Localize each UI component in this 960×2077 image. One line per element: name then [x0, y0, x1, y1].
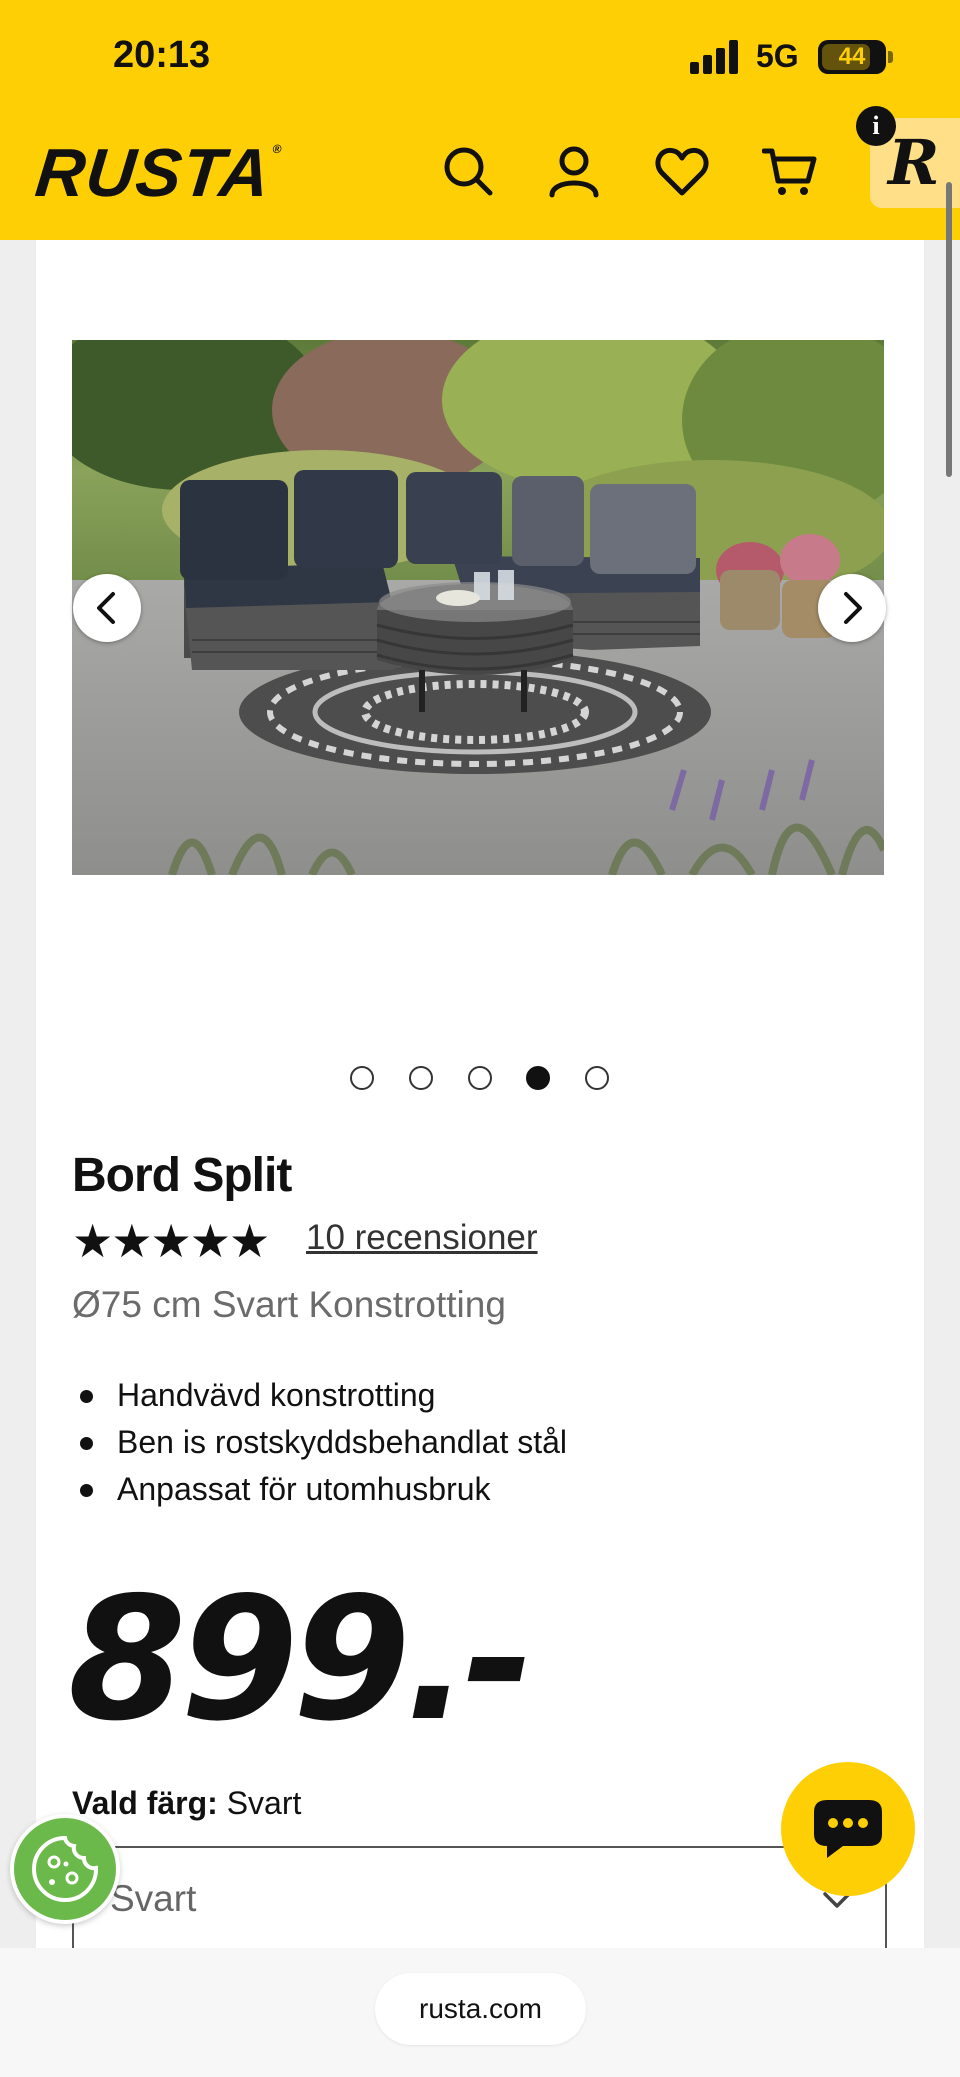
- account-icon[interactable]: [546, 143, 602, 199]
- feature-item: Anpassat för utomhusbruk: [72, 1466, 567, 1513]
- color-label-key: Vald färg:: [72, 1785, 218, 1821]
- heart-icon[interactable]: [654, 143, 710, 199]
- selected-color-label: Vald färg: Svart: [72, 1785, 301, 1822]
- network-label: 5G: [756, 38, 799, 74]
- cart-icon[interactable]: [761, 143, 818, 199]
- color-select[interactable]: Svart: [72, 1846, 887, 1956]
- gallery-prev-button[interactable]: [73, 574, 141, 642]
- gallery-dot[interactable]: [409, 1066, 433, 1090]
- feature-list: Handvävd konstrotting Ben is rostskyddsb…: [72, 1372, 567, 1513]
- feature-item: Handvävd konstrotting: [72, 1372, 567, 1419]
- product-image[interactable]: [72, 340, 884, 875]
- rating-stars-glyphs: ★★★★★: [72, 1214, 270, 1268]
- gallery-dot[interactable]: [585, 1066, 609, 1090]
- chat-button[interactable]: [781, 1762, 915, 1896]
- signal-icon: [690, 40, 742, 74]
- logo-trademark: ®: [271, 142, 284, 156]
- rusta-logo[interactable]: RUSTA®: [32, 134, 284, 212]
- status-time: 20:13: [113, 34, 211, 76]
- product-price: 899.-: [68, 1561, 534, 1759]
- gallery-dot[interactable]: [468, 1066, 492, 1090]
- product-subtitle: Ø75 cm Svart Konstrotting: [72, 1284, 506, 1325]
- battery-icon: 44: [818, 40, 893, 74]
- color-label-value: Svart: [226, 1785, 302, 1821]
- feature-item: Ben is rostskyddsbehandlat stål: [72, 1419, 567, 1466]
- page-scrollbar[interactable]: [946, 182, 952, 477]
- search-icon[interactable]: [440, 143, 496, 199]
- product-title: Bord Split: [72, 1149, 292, 1202]
- gallery-dot[interactable]: [350, 1066, 374, 1090]
- club-letter: R: [888, 126, 940, 199]
- cookie-icon: [32, 1835, 99, 1902]
- rating-stars[interactable]: ★★★★★: [72, 1214, 270, 1268]
- cookie-settings-button[interactable]: [10, 1814, 120, 1924]
- color-select-value: Svart: [110, 1878, 197, 1919]
- address-bar[interactable]: rusta.com: [375, 1973, 586, 2045]
- info-icon[interactable]: i: [856, 106, 896, 146]
- gallery-next-button[interactable]: [818, 574, 886, 642]
- status-bar: 20:13 5G 44: [0, 0, 960, 115]
- logo-text: RUSTA: [32, 135, 275, 211]
- gallery-dot-active[interactable]: [526, 1066, 550, 1090]
- battery-level: 44: [838, 43, 866, 70]
- chat-icon: [814, 1800, 882, 1858]
- reviews-link[interactable]: 10 recensioner: [306, 1218, 538, 1258]
